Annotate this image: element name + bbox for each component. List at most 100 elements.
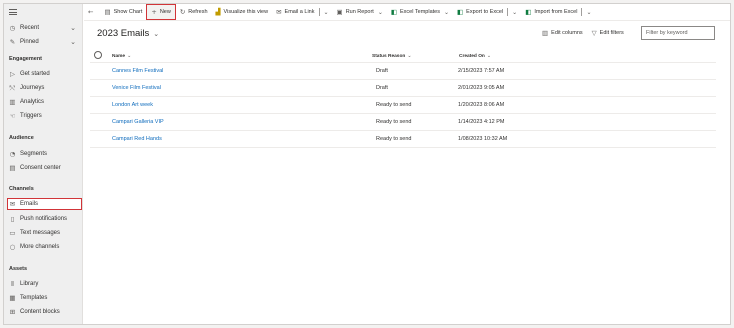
table-row[interactable]: Venice Film Festival Draft 2/01/2023 9:0… bbox=[90, 80, 716, 97]
edit-columns-button[interactable]: ▥ Edit columns bbox=[542, 29, 583, 37]
refresh-button[interactable]: ↻ Refresh bbox=[176, 4, 212, 21]
sort-chevron-icon: ⌄ bbox=[127, 53, 132, 59]
divider bbox=[581, 8, 583, 16]
sidebar-item-label: Triggers bbox=[20, 113, 42, 119]
email-link-button[interactable]: ✉ Email a Link ⌄ bbox=[272, 4, 332, 21]
templates-icon: ▦ bbox=[9, 294, 16, 302]
filter-keyword-input[interactable] bbox=[641, 26, 715, 40]
table-row[interactable]: Campari Red Hands Ready to send 1/08/202… bbox=[90, 131, 716, 148]
sort-chevron-icon: ⌄ bbox=[407, 53, 412, 59]
divider bbox=[507, 8, 509, 16]
view-selector[interactable]: 2023 Emails ⌄ bbox=[97, 28, 159, 39]
import-excel-label: Import from Excel bbox=[534, 9, 578, 15]
command-bar: ← ▤ Show Chart + New ↻ Refresh ▟ Visuali… bbox=[84, 4, 730, 21]
sidebar-item-label: Emails bbox=[20, 201, 39, 207]
sidebar-item-label: Templates bbox=[20, 295, 48, 301]
sidebar-item-recent[interactable]: ◷ Recent ⌄ bbox=[8, 22, 80, 34]
blocks-icon: ⊞ bbox=[9, 308, 16, 316]
email-grid: Name ⌄ Status Reason ⌄ Created On ⌄ Cannes … bbox=[90, 47, 716, 148]
chevron-down-icon[interactable]: ⌄ bbox=[70, 24, 76, 32]
excel-icon: ◧ bbox=[390, 8, 398, 16]
sidebar-item-push-notifications[interactable]: ▯ Push notifications bbox=[8, 213, 80, 225]
sidebar-item-segments[interactable]: ◔ Segments bbox=[8, 148, 80, 160]
sidebar-section-assets: Assets bbox=[9, 266, 28, 272]
sidebar-item-analytics[interactable]: ▥ Analytics bbox=[8, 96, 80, 108]
chevron-down-icon[interactable]: ⌄ bbox=[70, 38, 76, 46]
created-on-cell: 2/01/2023 9:05 AM bbox=[458, 85, 505, 91]
sidebar-item-label: Library bbox=[20, 281, 39, 287]
channels-icon: ○ bbox=[9, 243, 16, 251]
sidebar-item-consent-center[interactable]: ▤ Consent center bbox=[8, 162, 80, 174]
visualize-icon: ▟ bbox=[215, 8, 221, 16]
sidebar-section-audience: Audience bbox=[9, 135, 34, 141]
email-name-link[interactable]: Campari Galleria VIP bbox=[112, 119, 164, 125]
table-row[interactable]: Campari Galleria VIP Ready to send 1/14/… bbox=[90, 114, 716, 131]
sidebar-item-library[interactable]: ⫴ Library bbox=[8, 278, 80, 290]
sidebar-item-journeys[interactable]: ⤲ Journeys bbox=[8, 82, 80, 94]
select-all-checkbox[interactable] bbox=[94, 51, 102, 59]
sidebar-item-label: Content blocks bbox=[20, 309, 60, 315]
export-excel-button[interactable]: ◧ Export to Excel ⌄ bbox=[453, 4, 521, 21]
mail-icon: ✉ bbox=[9, 200, 16, 208]
chevron-down-icon[interactable]: ⌄ bbox=[378, 9, 383, 16]
sidebar-item-get-started[interactable]: ▷ Get started bbox=[8, 68, 80, 80]
chevron-down-icon[interactable]: ⌄ bbox=[512, 9, 517, 16]
hamburger-menu-icon[interactable] bbox=[9, 9, 17, 15]
chevron-down-icon[interactable]: ⌄ bbox=[324, 9, 329, 16]
sidebar-item-emails[interactable]: ✉ Emails bbox=[7, 198, 82, 210]
sidebar-item-text-messages[interactable]: ▭ Text messages bbox=[8, 227, 80, 239]
table-row[interactable]: London Art week Ready to send 1/20/2023 … bbox=[90, 97, 716, 114]
email-name-link[interactable]: Campari Red Hands bbox=[112, 136, 162, 142]
sidebar-item-pinned[interactable]: ✎ Pinned ⌄ bbox=[8, 36, 80, 48]
column-header-status-reason[interactable]: Status Reason ⌄ bbox=[372, 53, 412, 59]
sidebar: ◷ Recent ⌄ ✎ Pinned ⌄ Engagement ▷ Get s… bbox=[4, 4, 83, 324]
back-arrow-icon: ← bbox=[88, 8, 94, 16]
excel-icon: ◧ bbox=[525, 8, 532, 16]
run-report-label: Run Report bbox=[345, 9, 374, 15]
created-on-cell: 2/15/2023 7:57 AM bbox=[458, 68, 505, 74]
clock-icon: ◷ bbox=[9, 24, 16, 32]
edit-filters-label: Edit filters bbox=[599, 30, 624, 36]
sidebar-item-content-blocks[interactable]: ⊞ Content blocks bbox=[8, 306, 80, 318]
back-button[interactable]: ← bbox=[84, 4, 100, 21]
sidebar-item-more-channels[interactable]: ○ More channels bbox=[8, 241, 80, 253]
chevron-down-icon[interactable]: ⌄ bbox=[586, 9, 591, 16]
email-name-link[interactable]: Cannes Film Festival bbox=[112, 68, 163, 74]
grid-header: Name ⌄ Status Reason ⌄ Created On ⌄ bbox=[90, 47, 716, 63]
column-header-name[interactable]: Name ⌄ bbox=[112, 53, 131, 59]
column-label: Name bbox=[112, 54, 126, 59]
sidebar-item-label: Pinned bbox=[20, 39, 39, 45]
run-report-button[interactable]: ▣ Run Report ⌄ bbox=[333, 4, 387, 21]
email-name-link[interactable]: Venice Film Festival bbox=[112, 85, 161, 91]
sidebar-item-templates[interactable]: ▦ Templates bbox=[8, 292, 80, 304]
library-icon: ⫴ bbox=[11, 279, 14, 288]
column-label: Created On bbox=[459, 54, 485, 59]
excel-templates-button[interactable]: ◧ Excel Templates ⌄ bbox=[387, 4, 453, 21]
table-row[interactable]: Cannes Film Festival Draft 2/15/2023 7:5… bbox=[90, 63, 716, 80]
export-excel-label: Export to Excel bbox=[466, 9, 504, 15]
refresh-label: Refresh bbox=[188, 9, 208, 15]
new-button[interactable]: + New bbox=[146, 4, 176, 20]
sidebar-item-label: Text messages bbox=[20, 230, 61, 236]
status-reason-cell: Ready to send bbox=[376, 119, 412, 125]
show-chart-button[interactable]: ▤ Show Chart bbox=[100, 4, 146, 21]
email-name-link[interactable]: London Art week bbox=[112, 102, 153, 108]
email-link-icon: ✉ bbox=[276, 8, 282, 16]
sidebar-section-channels: Channels bbox=[9, 186, 34, 192]
show-chart-label: Show Chart bbox=[113, 9, 143, 15]
filter-icon: ▽ bbox=[591, 29, 597, 37]
sidebar-item-label: Segments bbox=[20, 151, 48, 157]
sidebar-item-label: Consent center bbox=[20, 165, 61, 171]
visualize-button[interactable]: ▟ Visualize this view bbox=[212, 4, 273, 21]
pin-icon: ✎ bbox=[9, 38, 16, 46]
sidebar-item-triggers[interactable]: ☜ Triggers bbox=[8, 110, 80, 122]
column-header-created-on[interactable]: Created On ⌄ bbox=[459, 53, 491, 59]
page-title: 2023 Emails bbox=[97, 28, 150, 39]
chevron-down-icon[interactable]: ⌄ bbox=[444, 9, 449, 16]
sidebar-item-label: Get started bbox=[20, 71, 50, 77]
created-on-cell: 1/14/2023 4:12 PM bbox=[458, 119, 505, 125]
edit-filters-button[interactable]: ▽ Edit filters bbox=[592, 29, 624, 37]
import-excel-button[interactable]: ◧ Import from Excel ⌄ bbox=[521, 4, 595, 21]
refresh-icon: ↻ bbox=[179, 8, 186, 16]
push-icon: ▯ bbox=[10, 215, 15, 223]
